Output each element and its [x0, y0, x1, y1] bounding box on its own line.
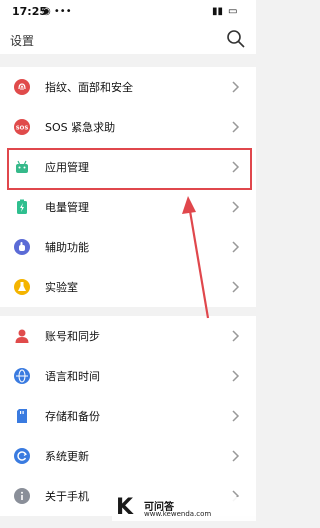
chevron-right-icon — [232, 330, 240, 342]
flask-icon — [14, 279, 30, 295]
battery-icon — [14, 199, 30, 215]
settings-item-battery[interactable]: 电量管理 — [0, 187, 256, 227]
settings-item-account[interactable]: 账号和同步 — [0, 316, 256, 356]
chevron-right-icon — [232, 201, 240, 213]
sos-icon: SOS — [14, 119, 30, 135]
settings-item-storage[interactable]: 存储和备份 — [0, 396, 256, 436]
settings-item-system-update[interactable]: 系统更新 — [0, 436, 256, 476]
status-bar: 17:25 ◉ ••• ▮▮ ▭ — [0, 0, 256, 24]
chevron-right-icon — [232, 450, 240, 462]
watermark-logo: K — [116, 495, 134, 520]
settings-item-label: 系统更新 — [45, 450, 89, 463]
chevron-right-icon — [232, 121, 240, 133]
chevron-right-icon — [232, 241, 240, 253]
signal-icon: ▮▮ — [212, 6, 224, 17]
settings-item-sos[interactable]: SOS SOS 紧急求助 — [0, 107, 256, 147]
settings-item-label: SOS 紧急求助 — [45, 121, 116, 134]
settings-item-label: 关于手机 — [45, 490, 89, 503]
globe-icon — [14, 368, 30, 384]
fingerprint-icon — [14, 79, 30, 95]
person-icon — [14, 328, 30, 344]
page-title: 设置 — [10, 34, 35, 48]
watermark-url: www.kewenda.com — [144, 510, 212, 518]
settings-item-language[interactable]: 语言和时间 — [0, 356, 256, 396]
settings-item-security[interactable]: 指纹、面部和安全 — [0, 67, 256, 107]
update-icon — [14, 448, 30, 464]
settings-item-accessibility[interactable]: 辅助功能 — [0, 227, 256, 267]
notification-dots-icon: ◉ ••• — [42, 6, 72, 17]
settings-group-2: 账号和同步 语言和时间 存储和备份 系统更新 关于手机 — [0, 316, 256, 516]
settings-item-label: 账号和同步 — [45, 330, 100, 343]
battery-icon: ▭ — [228, 6, 238, 17]
svg-text:SOS: SOS — [16, 126, 29, 132]
watermark: K 可问答 www.kewenda.com — [112, 495, 256, 521]
settings-item-label: 存储和备份 — [45, 410, 100, 423]
settings-item-label: 电量管理 — [45, 201, 89, 214]
hand-icon — [14, 239, 30, 255]
chevron-right-icon — [232, 410, 240, 422]
chevron-right-icon — [232, 281, 240, 293]
info-icon — [14, 488, 30, 504]
settings-item-lab[interactable]: 实验室 — [0, 267, 256, 307]
storage-icon — [14, 408, 30, 424]
settings-item-label: 辅助功能 — [45, 241, 89, 254]
settings-item-label: 实验室 — [45, 281, 78, 294]
chevron-right-icon — [232, 81, 240, 93]
settings-item-label: 指纹、面部和安全 — [45, 81, 133, 94]
chevron-right-icon — [232, 370, 240, 382]
highlight-box — [7, 148, 252, 190]
search-icon[interactable] — [226, 29, 246, 49]
header: 设置 — [0, 24, 256, 54]
settings-item-label: 语言和时间 — [45, 370, 100, 383]
